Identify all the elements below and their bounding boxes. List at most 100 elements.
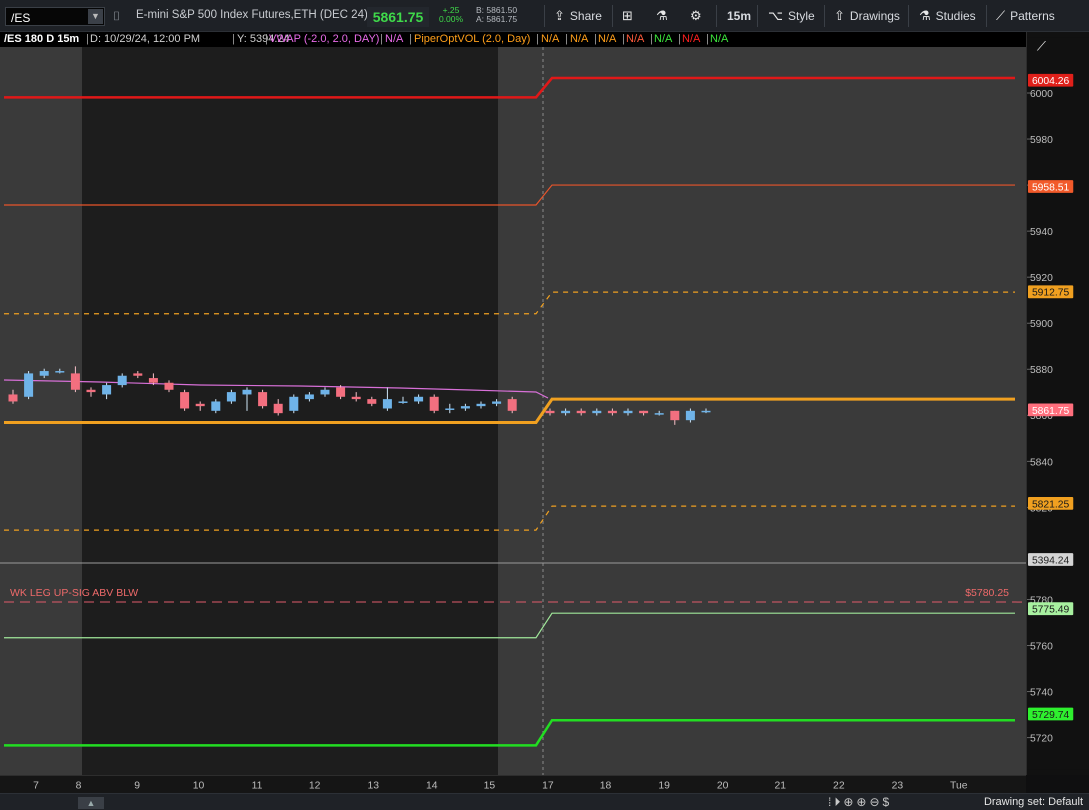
toolbar-divider [908, 5, 909, 27]
price-tick-label: 5900 [1030, 319, 1053, 330]
candle-body [561, 410, 571, 414]
price-tick-label: 5980 [1030, 135, 1053, 146]
divider: | [536, 33, 539, 45]
patterns-button[interactable]: ⟋ Patterns [996, 4, 1055, 28]
time-axis[interactable]: 7 8 9 10 11 12 13 14 15 17 18 19 20 21 22 23 Tue [0, 775, 1026, 793]
candle-body [24, 373, 34, 397]
price-tick-label: 5720 [1030, 734, 1053, 745]
candle-body [180, 392, 190, 409]
candle-body [164, 382, 174, 390]
symbol-input[interactable]: /ES ▼ [5, 7, 105, 26]
symbol-text: /ES [11, 11, 31, 25]
time-tick-label: 12 [309, 780, 321, 791]
studies-label: Studies [935, 9, 976, 23]
candle-body [460, 406, 470, 409]
candle-body [367, 399, 377, 404]
drawings-icon: ⇧ [834, 8, 845, 23]
studies-button[interactable]: ⚗ Studies [919, 4, 976, 28]
candle-body [8, 394, 18, 402]
price-label-text: 5775.49 [1032, 605, 1070, 616]
candle-body [320, 389, 330, 395]
candle-body [102, 385, 112, 395]
price-tick-label: 5920 [1030, 273, 1053, 284]
candle-body [258, 392, 268, 407]
na-value-3: N/A [626, 33, 645, 45]
chevron-down-icon[interactable]: ▼ [88, 9, 103, 24]
candle-body [55, 371, 65, 373]
dollar-icon[interactable]: $ [883, 795, 893, 809]
toolbar-divider [544, 5, 545, 27]
candle-body [86, 389, 96, 393]
candle-body [701, 410, 711, 413]
price-tick-label: 6000 [1030, 89, 1053, 100]
time-tick-label: 14 [426, 780, 438, 791]
share-label: Share [569, 9, 602, 23]
candle-body [576, 410, 586, 414]
price-tick-label: 5740 [1030, 688, 1053, 699]
price-chart[interactable]: WK LEG UP-SIG ABV BLW $5780.25 [0, 47, 1026, 775]
gear-icon: ⚙ [690, 8, 702, 23]
zoom-out-icon[interactable]: ⊖ [869, 795, 882, 809]
chart-tools: ⁞⏵⊕⊕⊖$ [828, 795, 892, 810]
zoom-in-icon[interactable]: ⊕ [856, 795, 869, 809]
na-value-0: N/A [541, 33, 560, 45]
time-tick-label: 7 [33, 780, 39, 791]
candle-body [195, 403, 205, 407]
divider: | [622, 33, 625, 45]
expand-icon[interactable]: ⏵ [834, 795, 843, 809]
price-tick-label: 5880 [1030, 365, 1053, 376]
beaker-icon: ⚗ [656, 8, 668, 23]
time-tick-label: 9 [134, 780, 140, 791]
candle-body [336, 387, 346, 397]
divider: | [565, 33, 568, 45]
link-icon[interactable]: ⌷ [113, 9, 120, 24]
chart-settings-icon: ⟋ [1037, 40, 1047, 55]
time-tick-label: 8 [76, 780, 82, 791]
candle-body [414, 396, 424, 402]
time-tick-label: 23 [892, 780, 904, 791]
price-axis[interactable]: ⟋600059805960594059205900588058605840582… [1026, 32, 1089, 775]
drawings-button[interactable]: ⇧ Drawings [834, 4, 900, 28]
divider: | [265, 33, 268, 45]
crosshair-icon[interactable]: ⊕ [843, 795, 856, 809]
candle-body [148, 378, 158, 383]
time-tick-label: 10 [193, 780, 205, 791]
time-tick-label: 15 [484, 780, 496, 791]
toolbar-divider [612, 5, 613, 27]
candle-body [117, 375, 127, 386]
annotation-price: $5780.25 [965, 587, 1009, 599]
time-tick-label: 17 [542, 780, 554, 791]
candle-body [351, 396, 361, 400]
chart-id[interactable]: /ES 180 D 15m [4, 32, 79, 47]
price-label-text: 5861.75 [1032, 406, 1070, 417]
price-tick-label: 5840 [1030, 457, 1053, 468]
settings-button[interactable]: ⚙ [690, 4, 707, 28]
last-price: 5861.75 [367, 7, 429, 27]
drawing-set-label[interactable]: Drawing set: Default [984, 796, 1083, 808]
style-label: Style [787, 9, 815, 23]
toolbar: /ES ▼ ⌷ E-mini S&P 500 Index Futures,ETH… [0, 0, 1089, 32]
share-button[interactable]: ⇪ Share [554, 4, 602, 28]
candle-body [398, 401, 408, 403]
candle-body [382, 399, 392, 409]
candle-body [592, 410, 602, 414]
na-value-4: N/A [654, 33, 673, 45]
flask-icon: ⚗ [919, 8, 931, 23]
price-label-text: 5729.74 [1032, 710, 1070, 721]
flexible-grid-button[interactable]: ⊞ [622, 4, 638, 28]
candle-body [639, 410, 649, 414]
price-tick-label: 5760 [1030, 641, 1053, 652]
time-axis-background [28, 776, 998, 793]
vwap-label[interactable]: VWAP (-2.0, 2.0, DAY) [269, 32, 379, 47]
bid-ask: B: 5861.50 A: 5861.75 [476, 6, 517, 24]
scrollbar-thumb[interactable]: ▲ [78, 797, 104, 809]
piper-label[interactable]: PiperOptVOL (2.0, Day) [414, 32, 530, 47]
timeframe-button[interactable]: 15m [727, 4, 751, 28]
status-bar: ▲ ⁞⏵⊕⊕⊖$ Drawing set: Default [0, 793, 1089, 810]
divider: | [706, 33, 709, 45]
candle-body [607, 410, 617, 414]
style-button[interactable]: ⌥ Style [768, 4, 815, 28]
beaker-button[interactable]: ⚗ [656, 4, 673, 28]
net-change: +.25 0.00% [437, 6, 465, 24]
candle-body [289, 396, 299, 411]
